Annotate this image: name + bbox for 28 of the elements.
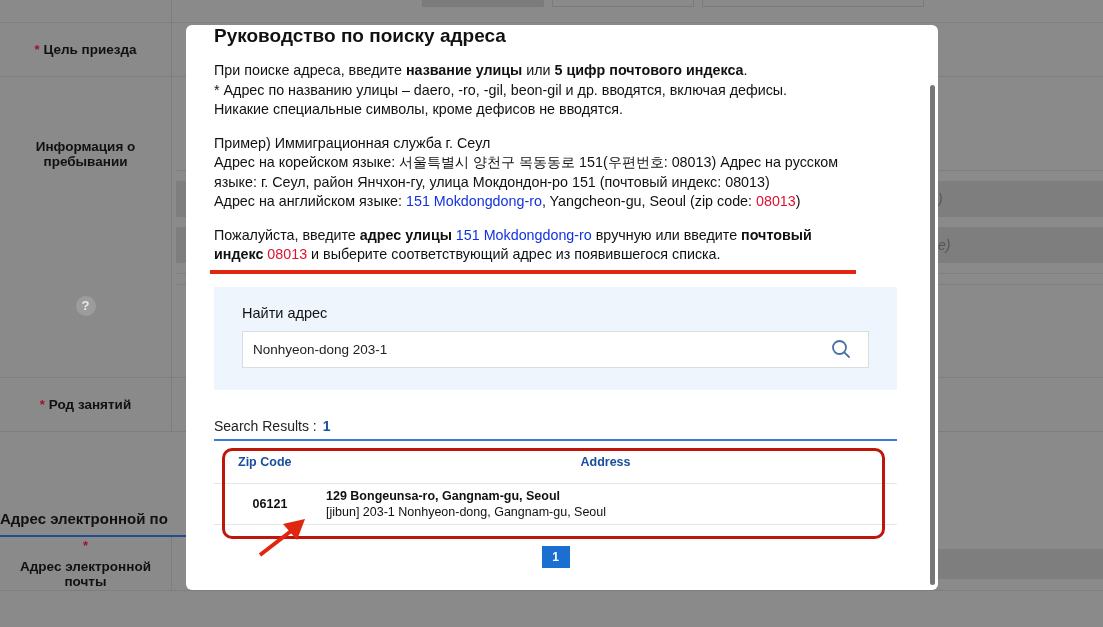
guide-text: Адрес на корейском языке: 서울특별시 양천구 목동동로 151(우편번호: 08013) Адрес на русском языке: г. Сеул, район Янчхон-гу, улица Мокдондон-ро 151 (почтовый индекс: 08013) [214,153,840,192]
required-mark: * [82,538,89,553]
zip-code: 06121 [251,496,289,511]
guide-text: При поиске адреса, введите название улицы или 5 цифр почтового индекса. [214,61,749,80]
road-address: 129 Bongeunsa-ro, Gangnam-gu, Seoul [326,487,562,504]
dialog-title: Руководство по поиску адреса [214,25,507,47]
guide-text: Пример) Иммиграционная служба г. Сеул [214,133,492,153]
column-header: Zip Code [238,454,292,469]
field-label: Цель приезда [43,42,137,57]
guide-text: Никакие специальные символы, кроме дефисов не вводятся. [214,100,625,119]
results-label: Search Results : [214,417,317,434]
search-label: Найти адрес [242,304,329,321]
guide-text: Пожалуйста, введите адрес улицы 151 Mokdongdong-ro вручную или введите почтовый индекс 08013 и выберите соответствующий адрес из появившегося списка. [214,225,813,264]
search-icon[interactable] [831,338,851,359]
lot-address: [jibun] 203-1 Nonhyeon-dong, Gangnam-gu, Seoul [326,503,607,520]
result-row[interactable]: 06121 129 Bongeunsa-ro, Gangnam-gu, Seoul [jibun] 203-1 Nonhyeon-dong, Gangnam-gu, Seoul [214,483,897,525]
scrollbar[interactable] [930,85,935,585]
search-field[interactable]: Nonhyeon-dong 203-1 [242,330,869,368]
required-mark: * [39,397,45,412]
results-count: 1 [322,417,331,434]
column-header: Address [580,454,631,469]
field-label: Адрес электронной почты [19,559,152,589]
guide-text: * Адрес по названию улицы – daero, -ro, -gil, beon-gil и др. вводятся, включая дефисы. [214,80,789,100]
field-label: Информация о пребывании [34,138,137,169]
required-mark: * [34,42,40,57]
guide-text: Адрес на английском языке: 151 Mokdongdong-ro, Yangcheon-gu, Seoul (zip code: 08013) [214,192,802,211]
page-button[interactable]: 1 [541,545,570,568]
field-label: Род занятий [48,397,132,412]
